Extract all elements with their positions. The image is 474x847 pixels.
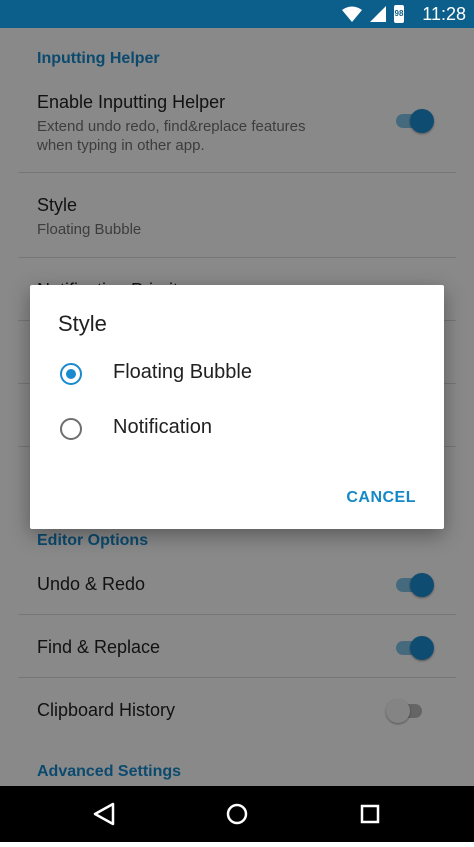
recents-button[interactable] <box>340 786 400 842</box>
home-icon <box>226 803 248 825</box>
radio-option-notification[interactable]: Notification <box>30 406 444 452</box>
cancel-button[interactable]: CANCEL <box>346 489 416 507</box>
home-button[interactable] <box>207 786 267 842</box>
radio-button[interactable] <box>60 418 82 440</box>
radio-option-floating-bubble[interactable]: Floating Bubble <box>30 351 444 397</box>
battery-icon: 98 <box>394 5 404 23</box>
back-button[interactable] <box>74 786 134 842</box>
navigation-bar <box>0 786 474 842</box>
radio-label: Notification <box>113 416 212 438</box>
dialog-title: Style <box>58 311 107 336</box>
status-time: 11:28 <box>422 4 466 24</box>
radio-label: Floating Bubble <box>113 361 252 383</box>
signal-icon <box>370 6 386 22</box>
radio-button-checked[interactable] <box>60 363 82 385</box>
back-icon <box>93 802 115 826</box>
status-icons: 98 <box>342 5 404 23</box>
style-dialog: Style Floating Bubble Notification CANCE… <box>30 285 444 529</box>
recents-icon <box>360 804 380 824</box>
status-bar: 98 11:28 <box>0 0 474 28</box>
wifi-icon <box>342 6 362 22</box>
